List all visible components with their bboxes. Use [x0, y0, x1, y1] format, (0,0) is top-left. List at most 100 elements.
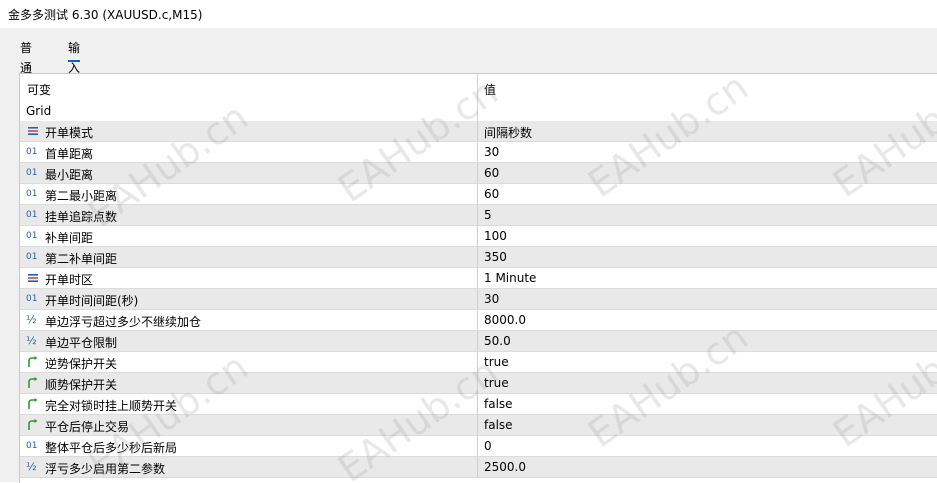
value-cell[interactable]: 8000.0	[477, 310, 937, 331]
variable-value: 60	[484, 187, 500, 201]
variable-name: 整体平仓后多少秒后新局	[45, 441, 178, 455]
table-row[interactable]: 开单时区 1 Minute	[20, 268, 937, 289]
value-cell[interactable]: 30	[477, 142, 937, 163]
variable-value: 60	[484, 166, 500, 180]
int-icon: 01	[26, 441, 38, 451]
double-icon: ½	[26, 313, 37, 326]
variable-value: 30	[484, 145, 500, 159]
variable-value: 0	[484, 439, 492, 453]
int-icon: 01	[26, 294, 38, 304]
variable-cell: 01 首单距离	[20, 142, 477, 163]
variable-value: 350	[484, 250, 507, 264]
table-row[interactable]: 01 补单间距 100	[20, 226, 937, 247]
variable-name: 完全对锁时挂上顺势开关	[45, 399, 178, 413]
variable-name: 顺势保护开关	[45, 378, 118, 392]
table-row[interactable]: ½ 浮亏多少启用第二参数 2500.0	[20, 457, 937, 478]
variable-name: 挂单追踪点数	[45, 210, 118, 224]
variable-name: 开单时间间距(秒)	[45, 294, 139, 308]
table-row[interactable]: 01 首单距离 30	[20, 142, 937, 163]
table-row[interactable]: 01 第二最小距离 60	[20, 184, 937, 205]
enum-icon	[26, 271, 40, 285]
table-row[interactable]: 01 挂单追踪点数 5	[20, 205, 937, 226]
variable-name: 第二补单间距	[45, 252, 118, 266]
tab-inputs[interactable]: 输入	[62, 38, 86, 75]
table-row[interactable]: 01 整体平仓后多少秒后新局 0	[20, 436, 937, 457]
variable-cell: 01 最小距离	[20, 163, 477, 184]
variable-cell: 完全对锁时挂上顺势开关	[20, 394, 477, 415]
enum-icon	[26, 124, 40, 138]
variable-cell: 逆势保护开关	[20, 352, 477, 373]
table-row[interactable]: ½ 单边平仓限制 50.0	[20, 331, 937, 352]
variable-name: 平仓后停止交易	[45, 420, 130, 434]
value-cell[interactable]: 间隔秒数	[477, 121, 937, 142]
dialog-client: 普通 输入 可变 值 Grid 开单模式 间隔秒数 01 首单距离 30 01 最小距离 60…	[0, 28, 937, 483]
value-cell[interactable]: 60	[477, 163, 937, 184]
double-icon: ½	[26, 334, 37, 347]
tab-common[interactable]: 普通	[14, 38, 38, 75]
table-row[interactable]: 顺势保护开关 true	[20, 373, 937, 394]
variable-cell: ½ 单边浮亏超过多少不继续加仓	[20, 310, 477, 331]
value-cell[interactable]: 100	[477, 226, 937, 247]
window-title: 金多多测试 6.30 (XAUUSD.c,M15)	[8, 8, 203, 22]
variable-name: 单边浮亏超过多少不继续加仓	[45, 315, 202, 329]
value-cell[interactable]: 1 Minute	[477, 268, 937, 289]
variable-cell: 01 第二最小距离	[20, 184, 477, 205]
value-cell[interactable]: 2500.0	[477, 457, 937, 478]
value-cell[interactable]: 30	[477, 289, 937, 310]
bool-icon	[26, 355, 40, 369]
int-icon: 01	[26, 231, 38, 241]
variable-value: false	[484, 397, 513, 411]
value-cell[interactable]: 350	[477, 247, 937, 268]
table-row[interactable]: 平仓后停止交易 false	[20, 415, 937, 436]
value-cell[interactable]: 60	[477, 184, 937, 205]
value-cell[interactable]: true	[477, 352, 937, 373]
int-icon: 01	[26, 210, 38, 220]
variable-value: 100	[484, 229, 507, 243]
title-bar: 金多多测试 6.30 (XAUUSD.c,M15)	[0, 0, 937, 28]
variable-value: 间隔秒数	[484, 126, 533, 140]
variable-name: 单边平仓限制	[45, 336, 118, 350]
table-header: 可变 值	[20, 74, 937, 122]
variable-name: 补单间距	[45, 231, 94, 245]
bool-icon	[26, 376, 40, 390]
table-row[interactable]: 完全对锁时挂上顺势开关 false	[20, 394, 937, 415]
bool-icon	[26, 418, 40, 432]
variable-cell: ½ 浮亏多少启用第二参数	[20, 457, 477, 478]
int-icon: 01	[26, 252, 38, 262]
variable-name: 开单模式	[45, 126, 94, 140]
table-row[interactable]: 01 开单时间间距(秒) 30	[20, 289, 937, 310]
column-header-variable[interactable]: 可变	[27, 81, 51, 98]
variable-value: 30	[484, 292, 500, 306]
variable-cell: 顺势保护开关	[20, 373, 477, 394]
value-cell[interactable]: 5	[477, 205, 937, 226]
table-row[interactable]: ½ 单边浮亏超过多少不继续加仓 8000.0	[20, 310, 937, 331]
variable-name: 逆势保护开关	[45, 357, 118, 371]
int-icon: 01	[26, 147, 38, 157]
value-cell[interactable]: 50.0	[477, 331, 937, 352]
variable-value: 1 Minute	[484, 271, 537, 285]
variable-value: false	[484, 418, 513, 432]
table-row[interactable]: 开单模式 间隔秒数	[20, 121, 937, 142]
variable-cell: 开单时区	[20, 268, 477, 289]
variable-value: true	[484, 376, 509, 390]
variable-cell: 平仓后停止交易	[20, 415, 477, 436]
variable-cell: 开单模式	[20, 121, 477, 142]
value-cell[interactable]: 0	[477, 436, 937, 457]
group-label: Grid	[26, 104, 52, 118]
table-row[interactable]: 逆势保护开关 true	[20, 352, 937, 373]
value-cell[interactable]: false	[477, 415, 937, 436]
variable-cell: 01 挂单追踪点数	[20, 205, 477, 226]
group-row: Grid	[20, 100, 937, 122]
variable-value: 5	[484, 208, 492, 222]
variable-cell: 01 开单时间间距(秒)	[20, 289, 477, 310]
column-header-value[interactable]: 值	[484, 81, 496, 98]
value-cell[interactable]: true	[477, 373, 937, 394]
variable-value: 50.0	[484, 334, 511, 348]
value-cell[interactable]: false	[477, 394, 937, 415]
variable-name: 最小距离	[45, 168, 94, 182]
int-icon: 01	[26, 168, 38, 178]
bool-icon	[26, 397, 40, 411]
table-row[interactable]: 01 第二补单间距 350	[20, 247, 937, 268]
table-row[interactable]: 01 最小距离 60	[20, 163, 937, 184]
variable-name: 第二最小距离	[45, 189, 118, 203]
